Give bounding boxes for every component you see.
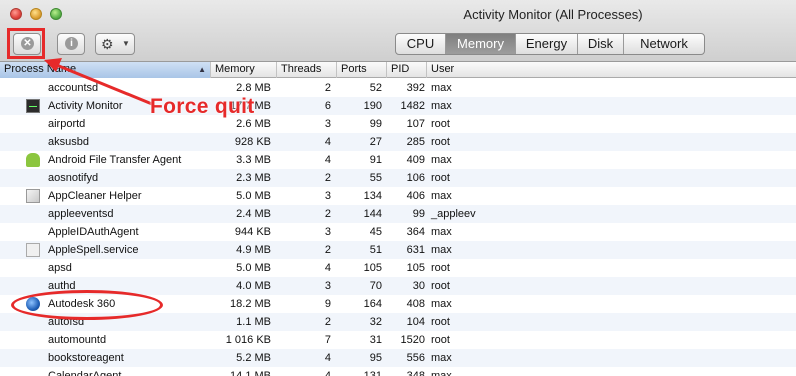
activity-monitor-window: Activity Monitor (All Processes) ✕ i ⚙ ▼… xyxy=(0,0,796,376)
callout-arrow xyxy=(44,58,153,106)
force-quit-callout-label: Force quit xyxy=(150,95,255,118)
